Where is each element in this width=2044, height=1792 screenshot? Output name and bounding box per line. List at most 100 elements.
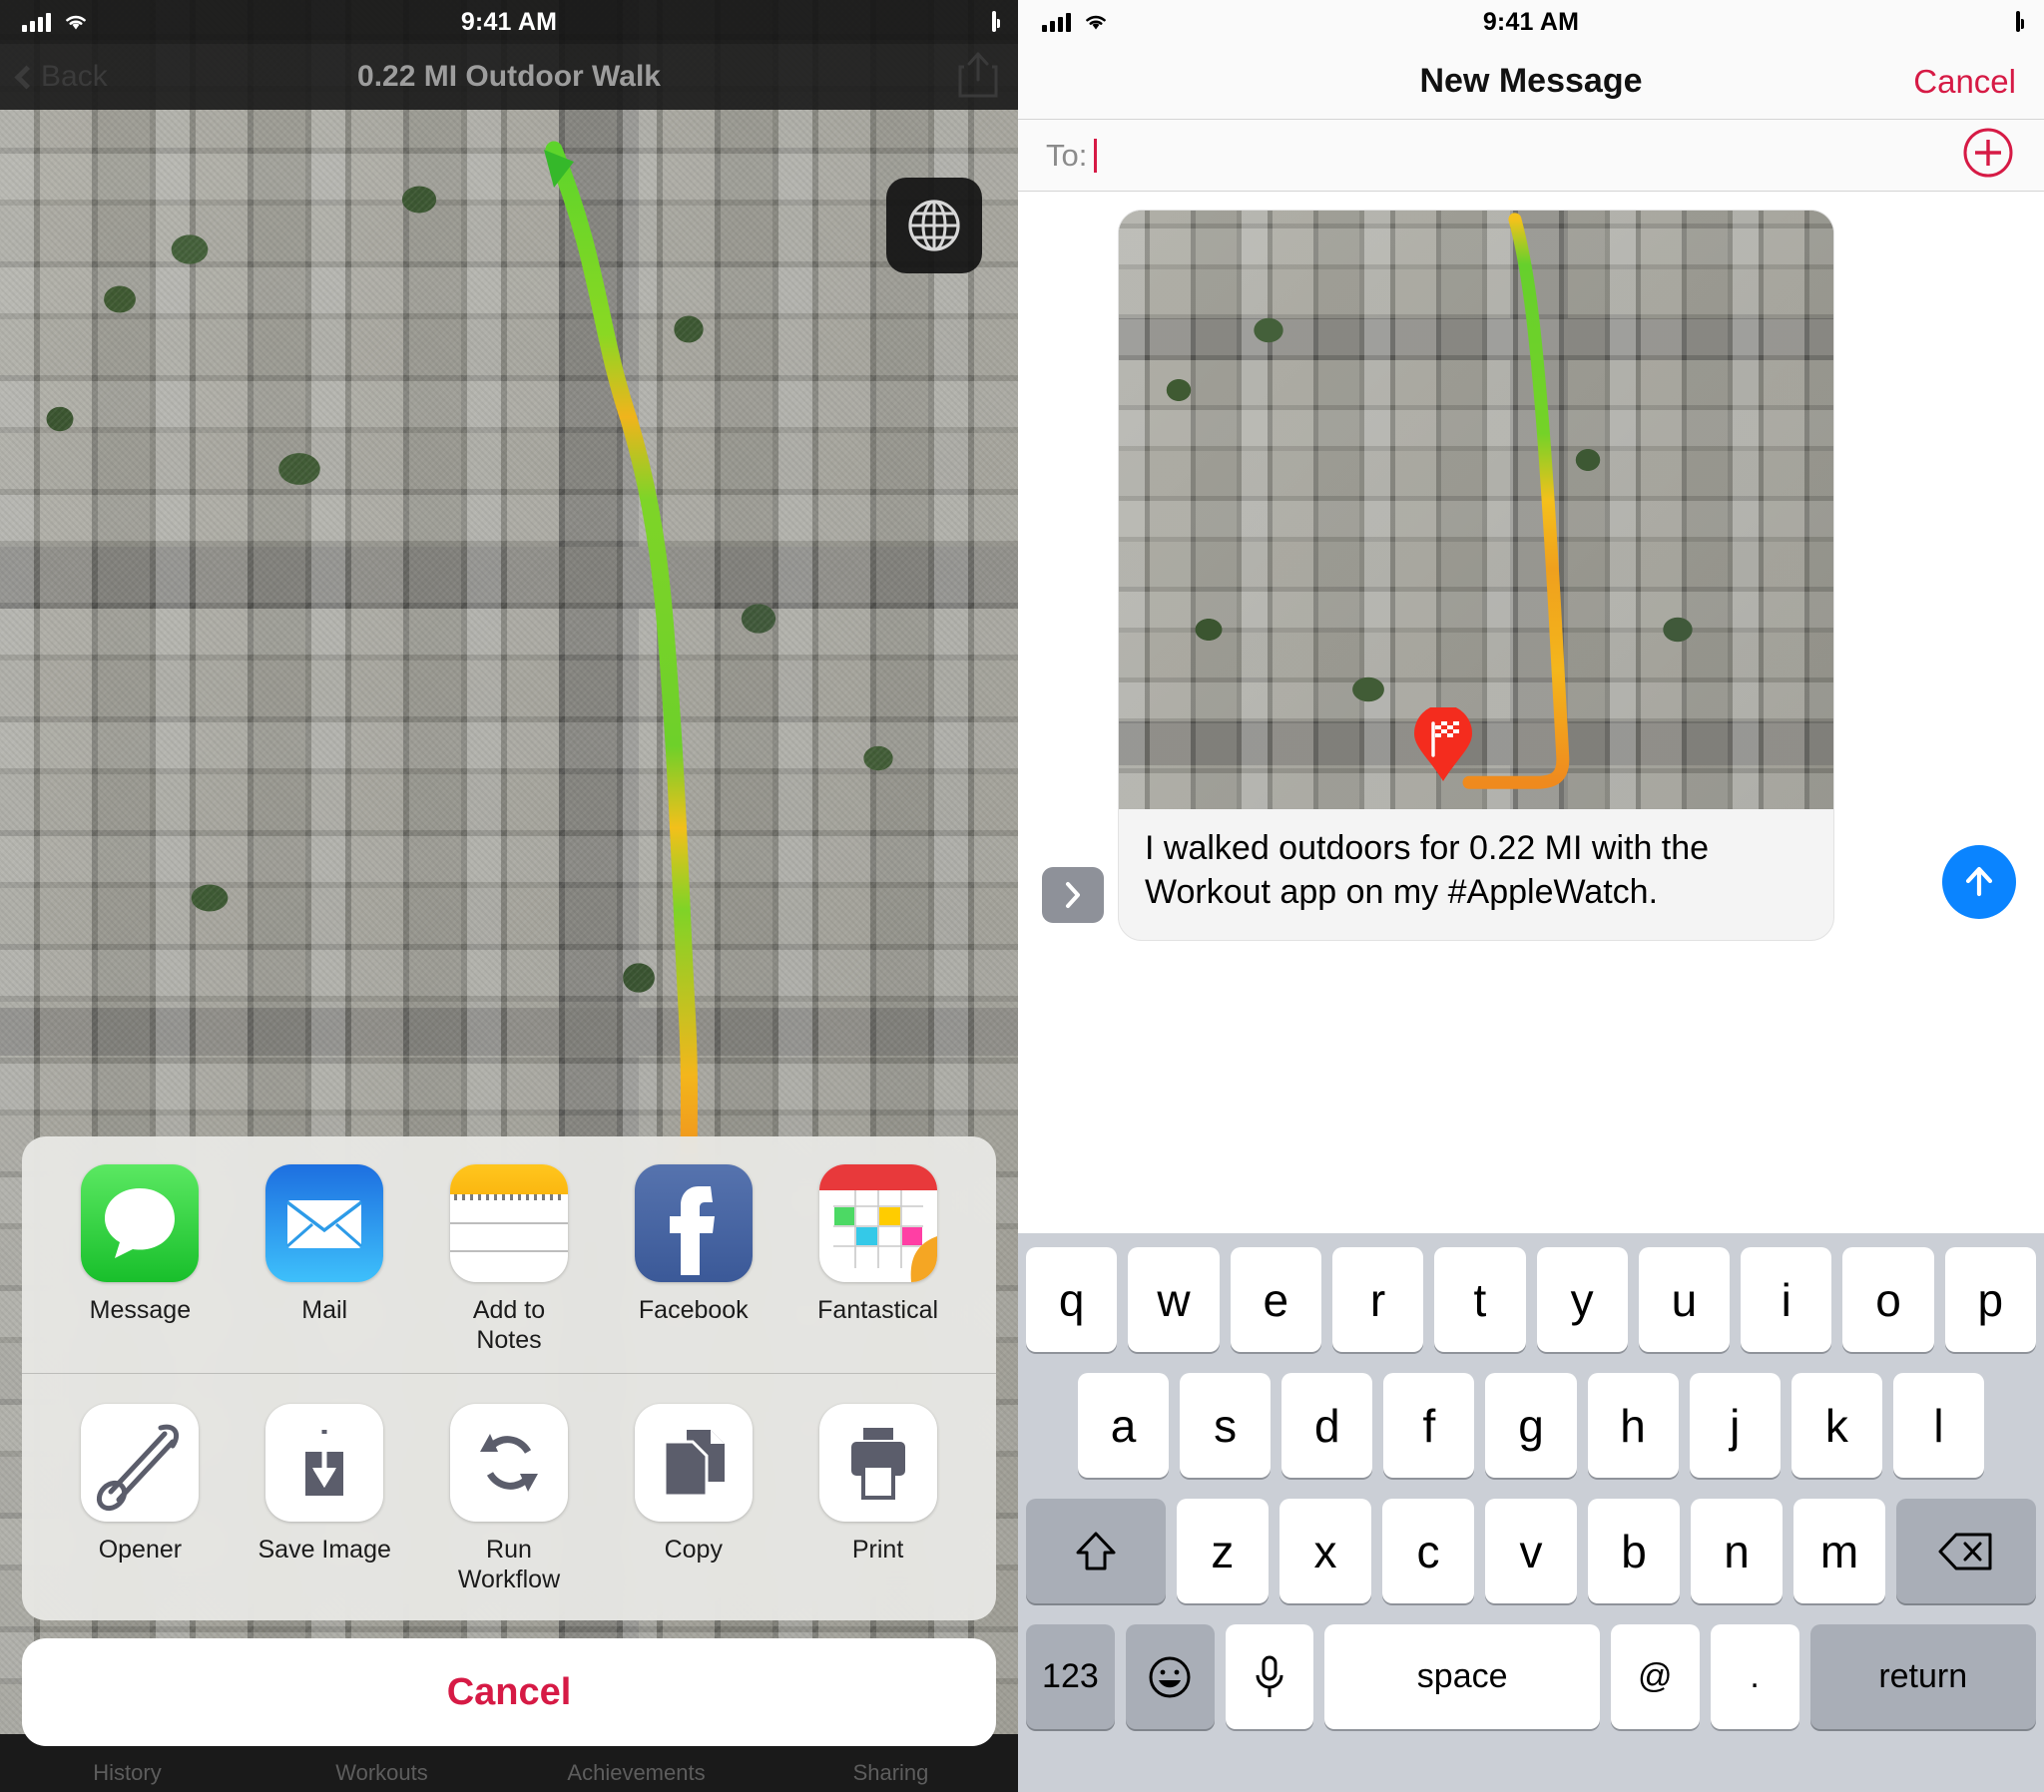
share-target-mail[interactable]: Mail	[233, 1164, 417, 1355]
dictation-key[interactable]	[1225, 1624, 1314, 1729]
microphone-icon	[1256, 1655, 1283, 1697]
share-sheet-actions-row: Opener Save Image Run Workflow Copy Prin…	[22, 1373, 996, 1620]
share-action-label: Save Image	[257, 1536, 391, 1564]
share-action-label: Run Workflow	[457, 1536, 561, 1593]
share-icon	[958, 52, 998, 97]
send-button[interactable]	[1942, 845, 2016, 920]
save-image-icon	[265, 1404, 384, 1522]
back-button[interactable]: Back	[14, 60, 108, 94]
key-a[interactable]: a	[1078, 1373, 1170, 1478]
key-e[interactable]: e	[1230, 1247, 1321, 1352]
expand-attachment-button[interactable]	[1042, 867, 1104, 924]
key-r[interactable]: r	[1331, 1247, 1424, 1352]
share-action-opener[interactable]: Opener	[48, 1404, 233, 1594]
tab-history[interactable]: History	[0, 1760, 255, 1786]
key-y[interactable]: y	[1536, 1247, 1628, 1352]
print-icon	[818, 1404, 937, 1522]
key-j[interactable]: j	[1689, 1373, 1781, 1478]
key-u[interactable]: u	[1638, 1247, 1731, 1352]
key-b[interactable]: b	[1588, 1499, 1681, 1603]
key-p[interactable]: p	[1944, 1247, 2036, 1352]
shift-arrow-up-icon	[1076, 1532, 1116, 1569]
share-action-copy[interactable]: Copy	[601, 1404, 785, 1594]
message-bubble-row: I walked outdoors for 0.22 MI with the W…	[1018, 210, 2044, 942]
share-action-run-workflow[interactable]: Run Workflow	[417, 1404, 602, 1594]
dual-phone-screenshot: 9:41 AM Back 0.22 MI Outdoor Walk Histor…	[0, 0, 2044, 1792]
share-target-label: Fantastical	[817, 1296, 939, 1324]
recipient-row[interactable]: To:	[1018, 120, 2044, 192]
numbers-key[interactable]: 123	[1026, 1624, 1115, 1729]
cancel-button[interactable]: Cancel	[1913, 63, 2016, 101]
backspace-key[interactable]	[1896, 1499, 2036, 1603]
share-action-label: Copy	[664, 1536, 723, 1564]
key-o[interactable]: o	[1842, 1247, 1934, 1352]
backspace-delete-icon	[1938, 1533, 1992, 1569]
add-contact-button[interactable]	[1960, 125, 2016, 186]
key-n[interactable]: n	[1691, 1499, 1784, 1603]
copy-icon	[634, 1404, 753, 1522]
key-f[interactable]: f	[1383, 1373, 1475, 1478]
page-title: New Message	[1419, 62, 1643, 100]
share-action-label: Opener	[98, 1536, 183, 1564]
keyboard-row-4: 123 space @ . return	[1026, 1624, 2036, 1729]
run-workflow-icon	[449, 1404, 568, 1522]
space-key[interactable]: space	[1324, 1624, 1600, 1729]
share-action-save-image[interactable]: Save Image	[233, 1404, 417, 1594]
keyboard-row-2: a s d f g h j k l	[1026, 1373, 2036, 1478]
workout-route-map-image[interactable]	[1119, 211, 1833, 809]
status-time: 9:41 AM	[1482, 7, 1580, 36]
outgoing-message-bubble[interactable]: I walked outdoors for 0.22 MI with the W…	[1118, 210, 1834, 942]
key-v[interactable]: v	[1484, 1499, 1578, 1603]
key-d[interactable]: d	[1281, 1373, 1373, 1478]
shift-key[interactable]	[1026, 1499, 1166, 1603]
tab-workouts[interactable]: Workouts	[255, 1760, 509, 1786]
return-key[interactable]: return	[1809, 1624, 2036, 1729]
key-m[interactable]: m	[1793, 1499, 1886, 1603]
share-sheet-apps-row: Message Mail Add to Notes Facebook Fanta…	[22, 1136, 996, 1373]
period-key[interactable]: .	[1710, 1624, 1799, 1729]
share-target-label: Message	[89, 1296, 192, 1324]
right-nav-bar: New Message Cancel	[1018, 44, 2044, 120]
chevron-left-icon	[14, 64, 39, 90]
map-type-toggle-button[interactable]	[886, 178, 982, 273]
key-q[interactable]: q	[1026, 1247, 1118, 1352]
emoji-key[interactable]	[1125, 1624, 1215, 1729]
tab-achievements[interactable]: Achievements	[509, 1760, 764, 1786]
key-z[interactable]: z	[1176, 1499, 1269, 1603]
share-button[interactable]	[956, 50, 1000, 105]
key-t[interactable]: t	[1434, 1247, 1526, 1352]
key-h[interactable]: h	[1587, 1373, 1679, 1478]
emoji-smiley-icon	[1149, 1656, 1191, 1697]
key-k[interactable]: k	[1790, 1373, 1882, 1478]
tab-sharing[interactable]: Sharing	[764, 1760, 1018, 1786]
share-target-fantastical[interactable]: Fantastical	[785, 1164, 970, 1355]
key-g[interactable]: g	[1485, 1373, 1577, 1478]
key-s[interactable]: s	[1180, 1373, 1272, 1478]
share-target-label: Add to Notes	[472, 1296, 546, 1354]
key-c[interactable]: c	[1381, 1499, 1474, 1603]
back-label: Back	[41, 60, 108, 93]
left-phone-workout-detail: 9:41 AM Back 0.22 MI Outdoor Walk Histor…	[0, 0, 1018, 1792]
fantastical-app-icon	[818, 1164, 937, 1282]
right-phone-new-message: 9:41 AM New Message Cancel To: I walked …	[1018, 0, 2044, 1792]
chevron-right-icon	[1066, 882, 1080, 909]
share-target-facebook[interactable]: Facebook	[601, 1164, 785, 1355]
left-status-bar: 9:41 AM	[0, 0, 1018, 44]
battery-icon	[2016, 11, 2020, 32]
plus-circle-icon	[1963, 128, 2013, 178]
keyboard-row-3: z x c v b n m	[1026, 1499, 2036, 1603]
share-sheet-cancel-button[interactable]: Cancel	[22, 1638, 996, 1746]
key-w[interactable]: w	[1128, 1247, 1220, 1352]
software-keyboard: q w e r t y u i o p a s d f g h j k l z …	[1018, 1233, 2044, 1792]
key-x[interactable]: x	[1278, 1499, 1371, 1603]
page-title: 0.22 MI Outdoor Walk	[357, 60, 661, 93]
at-key[interactable]: @	[1610, 1624, 1700, 1729]
key-l[interactable]: l	[1892, 1373, 1984, 1478]
opener-safety-pin-icon	[81, 1404, 200, 1522]
mail-app-icon	[265, 1164, 384, 1282]
facebook-app-icon	[634, 1164, 753, 1282]
share-target-notes[interactable]: Add to Notes	[417, 1164, 602, 1355]
key-i[interactable]: i	[1741, 1247, 1832, 1352]
share-target-message[interactable]: Message	[48, 1164, 233, 1355]
share-action-print[interactable]: Print	[785, 1404, 970, 1594]
